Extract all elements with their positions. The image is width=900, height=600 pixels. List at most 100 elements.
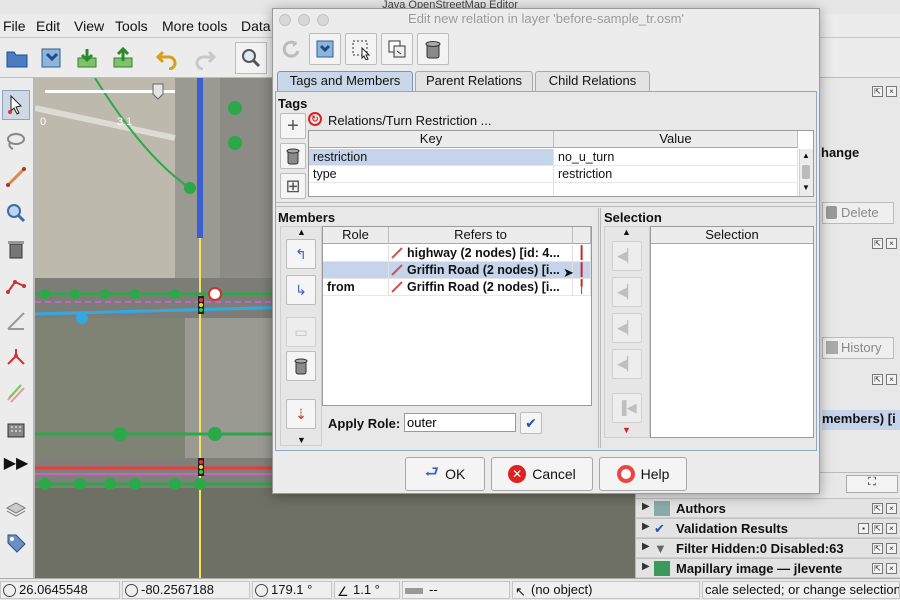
undo-button[interactable] <box>151 42 183 74</box>
members-list-row[interactable]: members) [i <box>822 410 900 430</box>
cancel-button[interactable]: ✕ Cancel <box>491 457 593 491</box>
download-button[interactable] <box>71 42 103 74</box>
zoom-tool[interactable] <box>2 198 30 228</box>
zoom-button[interactable] <box>235 42 267 74</box>
panel-detach-icon[interactable]: ⇱ <box>872 86 883 97</box>
member-refers-cell[interactable]: Griffin Road (2 nodes) [i... <box>389 279 573 296</box>
panel3-detach-icon[interactable]: ⇱ <box>872 374 883 385</box>
sort-members-button[interactable]: ↳ <box>286 275 316 305</box>
validation-settings-icon[interactable]: ▪ <box>858 523 869 534</box>
mapillary-detach-icon[interactable]: ⇱ <box>872 563 883 574</box>
authors-detach-icon[interactable]: ⇱ <box>872 503 883 514</box>
vertical-divider[interactable] <box>598 208 601 448</box>
mapillary-panel-header[interactable]: ▶ Mapillary image — jlevente ⇱ × <box>636 558 900 578</box>
paste-member-button[interactable]: ▭ <box>286 317 316 347</box>
paste-tags-button[interactable]: ⊞ <box>280 173 306 199</box>
move-down-button[interactable]: ⇣ <box>286 399 316 429</box>
menu-more-tools[interactable]: More tools <box>162 18 227 34</box>
more-tools-button[interactable]: ▶▶ <box>2 448 30 478</box>
zoom-selection-button[interactable]: ⛶ <box>846 475 898 493</box>
tag-value-cell[interactable]: restriction <box>554 166 798 183</box>
apply-button[interactable] <box>309 33 341 65</box>
member-role-cell[interactable] <box>323 262 389 279</box>
select-relation-button[interactable] <box>345 33 377 65</box>
tags-value-header[interactable]: Value <box>554 131 798 148</box>
member-role-cell[interactable] <box>323 245 389 262</box>
cancel-icon: ✕ <box>508 465 527 483</box>
apply-role-button[interactable]: ✔ <box>520 412 542 434</box>
duplicate-relation-button[interactable] <box>381 33 413 65</box>
building-tool[interactable] <box>2 414 30 444</box>
open-file-button[interactable] <box>1 42 33 74</box>
layers-button[interactable] <box>2 492 30 522</box>
tab-parent-relations[interactable]: Parent Relations <box>415 71 533 91</box>
menu-data[interactable]: Data <box>241 18 271 34</box>
save-button[interactable] <box>35 42 67 74</box>
members-role-header[interactable]: Role <box>323 227 389 244</box>
tags-scrollbar[interactable]: ▲ ▼ <box>799 149 813 196</box>
tags-key-header[interactable]: Key <box>309 131 554 148</box>
add-selected-before-button[interactable]: ◀▏ <box>612 277 642 307</box>
panel2-close-icon[interactable]: × <box>886 238 897 249</box>
menu-view[interactable]: View <box>74 18 104 34</box>
tab-tags-and-members[interactable]: Tags and Members <box>277 71 413 91</box>
authors-close-icon[interactable]: × <box>886 503 897 514</box>
add-selected-first-button[interactable]: ◀▏ <box>612 241 642 271</box>
upload-button[interactable] <box>107 42 139 74</box>
split-divider[interactable] <box>276 202 816 207</box>
draw-tool[interactable] <box>2 162 30 192</box>
tab-child-relations[interactable]: Child Relations <box>535 71 650 91</box>
add-tag-button[interactable]: + <box>280 113 306 139</box>
latitude-value: 26.0645548 <box>19 582 88 597</box>
move-up-button[interactable]: ↰ <box>286 239 316 269</box>
member-role-cell[interactable]: from <box>323 279 389 296</box>
menu-tools[interactable]: Tools <box>115 18 148 34</box>
selection-header[interactable]: Selection <box>651 227 813 244</box>
lasso-tool[interactable] <box>2 126 30 156</box>
split-tool[interactable] <box>2 342 30 372</box>
authors-panel-header[interactable]: ▶ Authors ⇱ × <box>636 498 900 518</box>
mapillary-close-icon[interactable]: × <box>886 563 897 574</box>
help-button[interactable]: Help <box>599 457 687 491</box>
remove-member-button[interactable] <box>286 351 316 381</box>
panel-delete-button[interactable]: Delete <box>822 202 894 224</box>
add-selected-after-button[interactable]: ◀▏ <box>612 313 642 343</box>
ok-label: OK <box>445 466 466 482</box>
tag-key-cell-empty[interactable] <box>309 183 554 196</box>
preset-link[interactable]: Relations/Turn Restriction ... <box>328 113 492 128</box>
panel3-close-icon[interactable]: × <box>886 374 897 385</box>
tag-value-cell-empty[interactable] <box>554 183 798 196</box>
filter-close-icon[interactable]: × <box>886 543 897 554</box>
scroll-thumb[interactable] <box>802 165 810 179</box>
tag-button[interactable] <box>2 528 30 558</box>
menu-edit[interactable]: Edit <box>36 18 60 34</box>
tag-key-cell[interactable]: type <box>309 166 554 183</box>
history-button[interactable]: History <box>822 337 894 359</box>
member-refers-cell[interactable]: Griffin Road (2 nodes) [i... <box>389 262 573 279</box>
select-tool[interactable] <box>2 90 30 120</box>
delete-tool[interactable] <box>2 234 30 264</box>
tag-key-cell[interactable]: restriction <box>309 149 554 166</box>
panel2-detach-icon[interactable]: ⇱ <box>872 238 883 249</box>
validation-panel-header[interactable]: ▶ ✔ Validation Results ▪ ⇱ × <box>636 518 900 538</box>
refresh-button[interactable] <box>275 33 307 65</box>
member-refers-cell[interactable]: highway (2 nodes) [id: 4... <box>389 245 573 262</box>
tag-value-cell[interactable]: no_u_turn <box>554 149 798 166</box>
ok-button[interactable]: ⮐ OK <box>405 457 485 491</box>
multi-line-tool[interactable] <box>2 378 30 408</box>
improve-way-tool[interactable] <box>2 270 30 300</box>
members-refers-header[interactable]: Refers to <box>389 227 573 244</box>
parallel-tool[interactable] <box>2 306 30 336</box>
menu-file[interactable]: File <box>3 18 26 34</box>
redo-button[interactable] <box>189 42 221 74</box>
add-selected-last-button[interactable]: ◀▏ <box>612 349 642 379</box>
validation-detach-icon[interactable]: ⇱ <box>872 523 883 534</box>
filter-detach-icon[interactable]: ⇱ <box>872 543 883 554</box>
delete-relation-button[interactable] <box>417 33 449 65</box>
validation-close-icon[interactable]: × <box>886 523 897 534</box>
filter-panel-header[interactable]: ▶ ▼ Filter Hidden:0 Disabled:63 ⇱ × <box>636 538 900 558</box>
delete-tag-button[interactable] <box>280 143 306 169</box>
panel-close-icon[interactable]: × <box>886 86 897 97</box>
remove-selected-button[interactable]: ▐◀ <box>612 393 642 423</box>
apply-role-input[interactable] <box>404 413 516 432</box>
